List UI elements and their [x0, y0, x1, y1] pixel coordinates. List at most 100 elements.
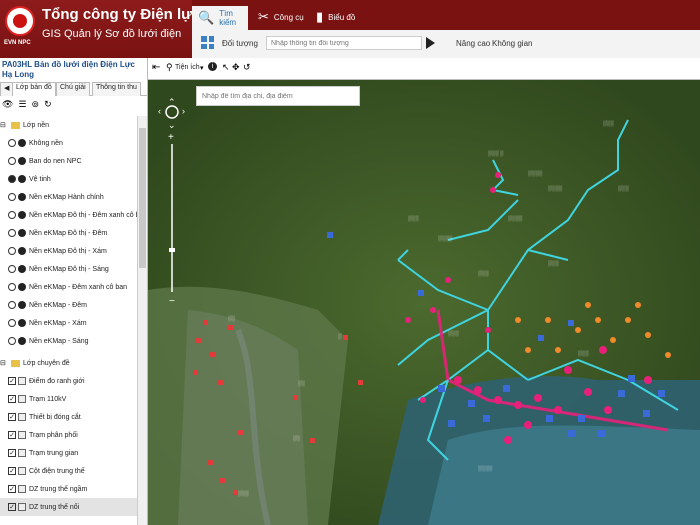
svg-text:░░░: ░░░ — [548, 260, 559, 267]
topic-layer-item[interactable]: ✓ Thiết bị đóng cắt — [8, 408, 81, 426]
globe-icon — [18, 229, 26, 237]
tab-info[interactable]: Thông tin thu — [92, 82, 141, 96]
topic-layer-item[interactable]: ✓ DZ trung thế nổi — [0, 498, 137, 516]
layer-sidebar: PA03HL Bản đồ lưới điện Điện Lực Hạ Long… — [0, 58, 148, 525]
sidebar-scrollbar[interactable] — [137, 116, 147, 525]
pan-down-icon[interactable]: ⌄ — [168, 120, 176, 130]
location-pin-icon[interactable]: ⚲ — [166, 62, 173, 73]
space-button[interactable]: Không gian — [492, 39, 532, 48]
address-search-input[interactable] — [196, 86, 360, 106]
expand-icon[interactable]: ⊟ — [0, 359, 8, 367]
group-topic-layers[interactable]: ⊟ Lớp chuyên đề — [0, 354, 70, 372]
svg-text:░░: ░░ — [228, 315, 236, 322]
scroll-thumb[interactable] — [139, 128, 146, 268]
layers-icon[interactable]: ⊚ — [32, 99, 40, 111]
globe-icon — [18, 175, 26, 183]
tab-legend[interactable]: Chú giải — [56, 82, 90, 96]
utility-dropdown-icon[interactable]: ▾ — [200, 64, 204, 72]
pan-icon[interactable]: ✥ — [232, 62, 240, 73]
topic-layer-item[interactable]: ✓ Điểm đo ranh giới — [8, 372, 85, 390]
layer-icon — [18, 395, 26, 403]
folder-icon — [11, 359, 20, 367]
layer-icon — [18, 413, 26, 421]
map-marker-blue[interactable] — [327, 232, 333, 238]
pointer-icon[interactable]: ↖ — [222, 62, 230, 73]
svg-text:░░░: ░░░ — [578, 350, 589, 357]
refresh-icon[interactable]: ↻ — [44, 99, 52, 111]
expand-panel-icon[interactable]: ⇤ — [152, 62, 160, 73]
base-layer-item[interactable]: Nền eKMap Đô thị - Sáng — [8, 260, 109, 278]
globe-icon — [18, 193, 26, 201]
rotate-icon[interactable]: ↺ — [243, 62, 251, 73]
tab-chart[interactable]: ▮ Biểu đồ — [310, 5, 361, 29]
layer-icon — [18, 431, 26, 439]
layer-icon — [18, 485, 26, 493]
ribbon-toolbar: 🔍 Tìm kiếm ✂ Công cụ ▮ Biểu đồ Đối tượng… — [192, 0, 700, 58]
ribbon-tabs: 🔍 Tìm kiếm ✂ Công cụ ▮ Biểu đồ — [192, 0, 700, 30]
group-base-layers[interactable]: ⊟ Lớp nền — [0, 116, 49, 134]
object-search-input[interactable] — [266, 36, 422, 50]
tab-search[interactable]: 🔍 Tìm kiếm — [192, 6, 248, 30]
sidebar-tabs: ◀ Lớp bản đồ Chú giải Thông tin thu — [0, 82, 148, 96]
layer-icon — [18, 467, 26, 475]
topic-layer-item[interactable]: ✓ Trạm trung gian — [8, 444, 78, 462]
app-subtitle: GIS Quản lý Sơ đồ lưới điện — [42, 28, 182, 40]
topic-layer-item[interactable]: ✓ DZ trung thế ngầm — [8, 480, 87, 498]
globe-icon — [18, 157, 26, 165]
globe-icon — [18, 301, 26, 309]
pan-right-icon[interactable]: › — [182, 106, 185, 116]
base-layer-item[interactable]: Ban do nen NPC — [8, 152, 82, 170]
layer-tool-icons: 👁 ☰ ⊚ ↻ — [2, 99, 52, 111]
expand-icon[interactable]: ⊟ — [0, 121, 8, 129]
zoom-slider-handle[interactable] — [169, 248, 175, 252]
logo-text: EVN NPC — [4, 40, 31, 46]
base-layer-item[interactable]: Nền eKMap - Sáng — [8, 332, 89, 350]
base-layer-item[interactable]: Nền eKMap - Đêm xanh cô ban — [8, 278, 127, 296]
svg-text:░░░ ░: ░░░ ░ — [488, 150, 504, 157]
grid-icon[interactable] — [201, 36, 214, 49]
zoom-out-icon[interactable]: − — [169, 296, 175, 307]
topic-layer-item[interactable]: ✓ Cột điện trung thế — [8, 462, 85, 480]
svg-text:░░░: ░░░ — [408, 215, 419, 222]
utility-menu[interactable]: Tiện ích — [175, 64, 200, 71]
svg-text:░░░: ░░░ — [618, 185, 629, 192]
base-layer-item[interactable]: Nền eKMap - Xám — [8, 314, 87, 332]
topic-layer-item[interactable]: ✓ Trạm 110kV — [8, 390, 66, 408]
advanced-button[interactable]: Nâng cao — [456, 39, 490, 48]
tab-tools[interactable]: ✂ Công cụ — [252, 5, 310, 29]
pan-left-icon[interactable]: ‹ — [158, 106, 161, 116]
eye-icon[interactable]: 👁 — [2, 99, 13, 111]
layer-icon — [18, 377, 26, 385]
base-layer-item[interactable]: Không nền — [8, 134, 63, 152]
svg-text:░░: ░░ — [298, 380, 306, 387]
svg-text:░░░░: ░░░░ — [478, 465, 493, 472]
map-toolbar: ⇤ ⚲ Tiện ích ▾ i ↖ ✥ ↺ — [148, 58, 700, 80]
info-icon[interactable]: i — [208, 62, 217, 71]
layer-icon — [18, 449, 26, 457]
chart-icon: ▮ — [316, 9, 324, 24]
svg-text:░░░░: ░░░░ — [548, 185, 563, 192]
search-icon: 🔍 — [198, 10, 215, 25]
base-layer-item[interactable]: Nền eKMap - Đêm — [8, 296, 87, 314]
base-layer-item[interactable]: Nền eKMap Đô thị - Đêm — [8, 224, 107, 242]
base-layer-item[interactable]: Nền eKMap Đô thị - Xám — [8, 242, 107, 260]
layer-icon — [18, 503, 26, 511]
tab-layers[interactable]: Lớp bản đồ — [12, 82, 56, 96]
list-icon[interactable]: ☰ — [18, 99, 26, 111]
globe-icon — [18, 319, 26, 327]
svg-text:░░: ░░ — [293, 435, 301, 442]
zoom-in-icon[interactable]: + — [168, 132, 174, 143]
base-layer-item[interactable]: Nền eKMap Hành chính — [8, 188, 104, 206]
svg-text:░░░: ░░░ — [238, 490, 249, 497]
svg-text:░░░░: ░░░░ — [438, 235, 453, 242]
pan-center-icon[interactable] — [165, 105, 179, 119]
globe-icon — [18, 247, 26, 255]
base-layer-item[interactable]: Vệ tinh — [8, 170, 51, 188]
object-label[interactable]: Đối tượng — [222, 39, 258, 48]
svg-text:░░░: ░░░ — [603, 120, 614, 127]
topic-layer-item[interactable]: ✓ Trạm phân phối — [8, 426, 78, 444]
folder-icon — [11, 121, 20, 129]
evn-logo-icon — [5, 6, 35, 36]
base-layer-item[interactable]: Nền eKMap Đô thị - Đêm xanh cô ban — [8, 206, 147, 224]
search-go-icon[interactable] — [426, 37, 435, 49]
